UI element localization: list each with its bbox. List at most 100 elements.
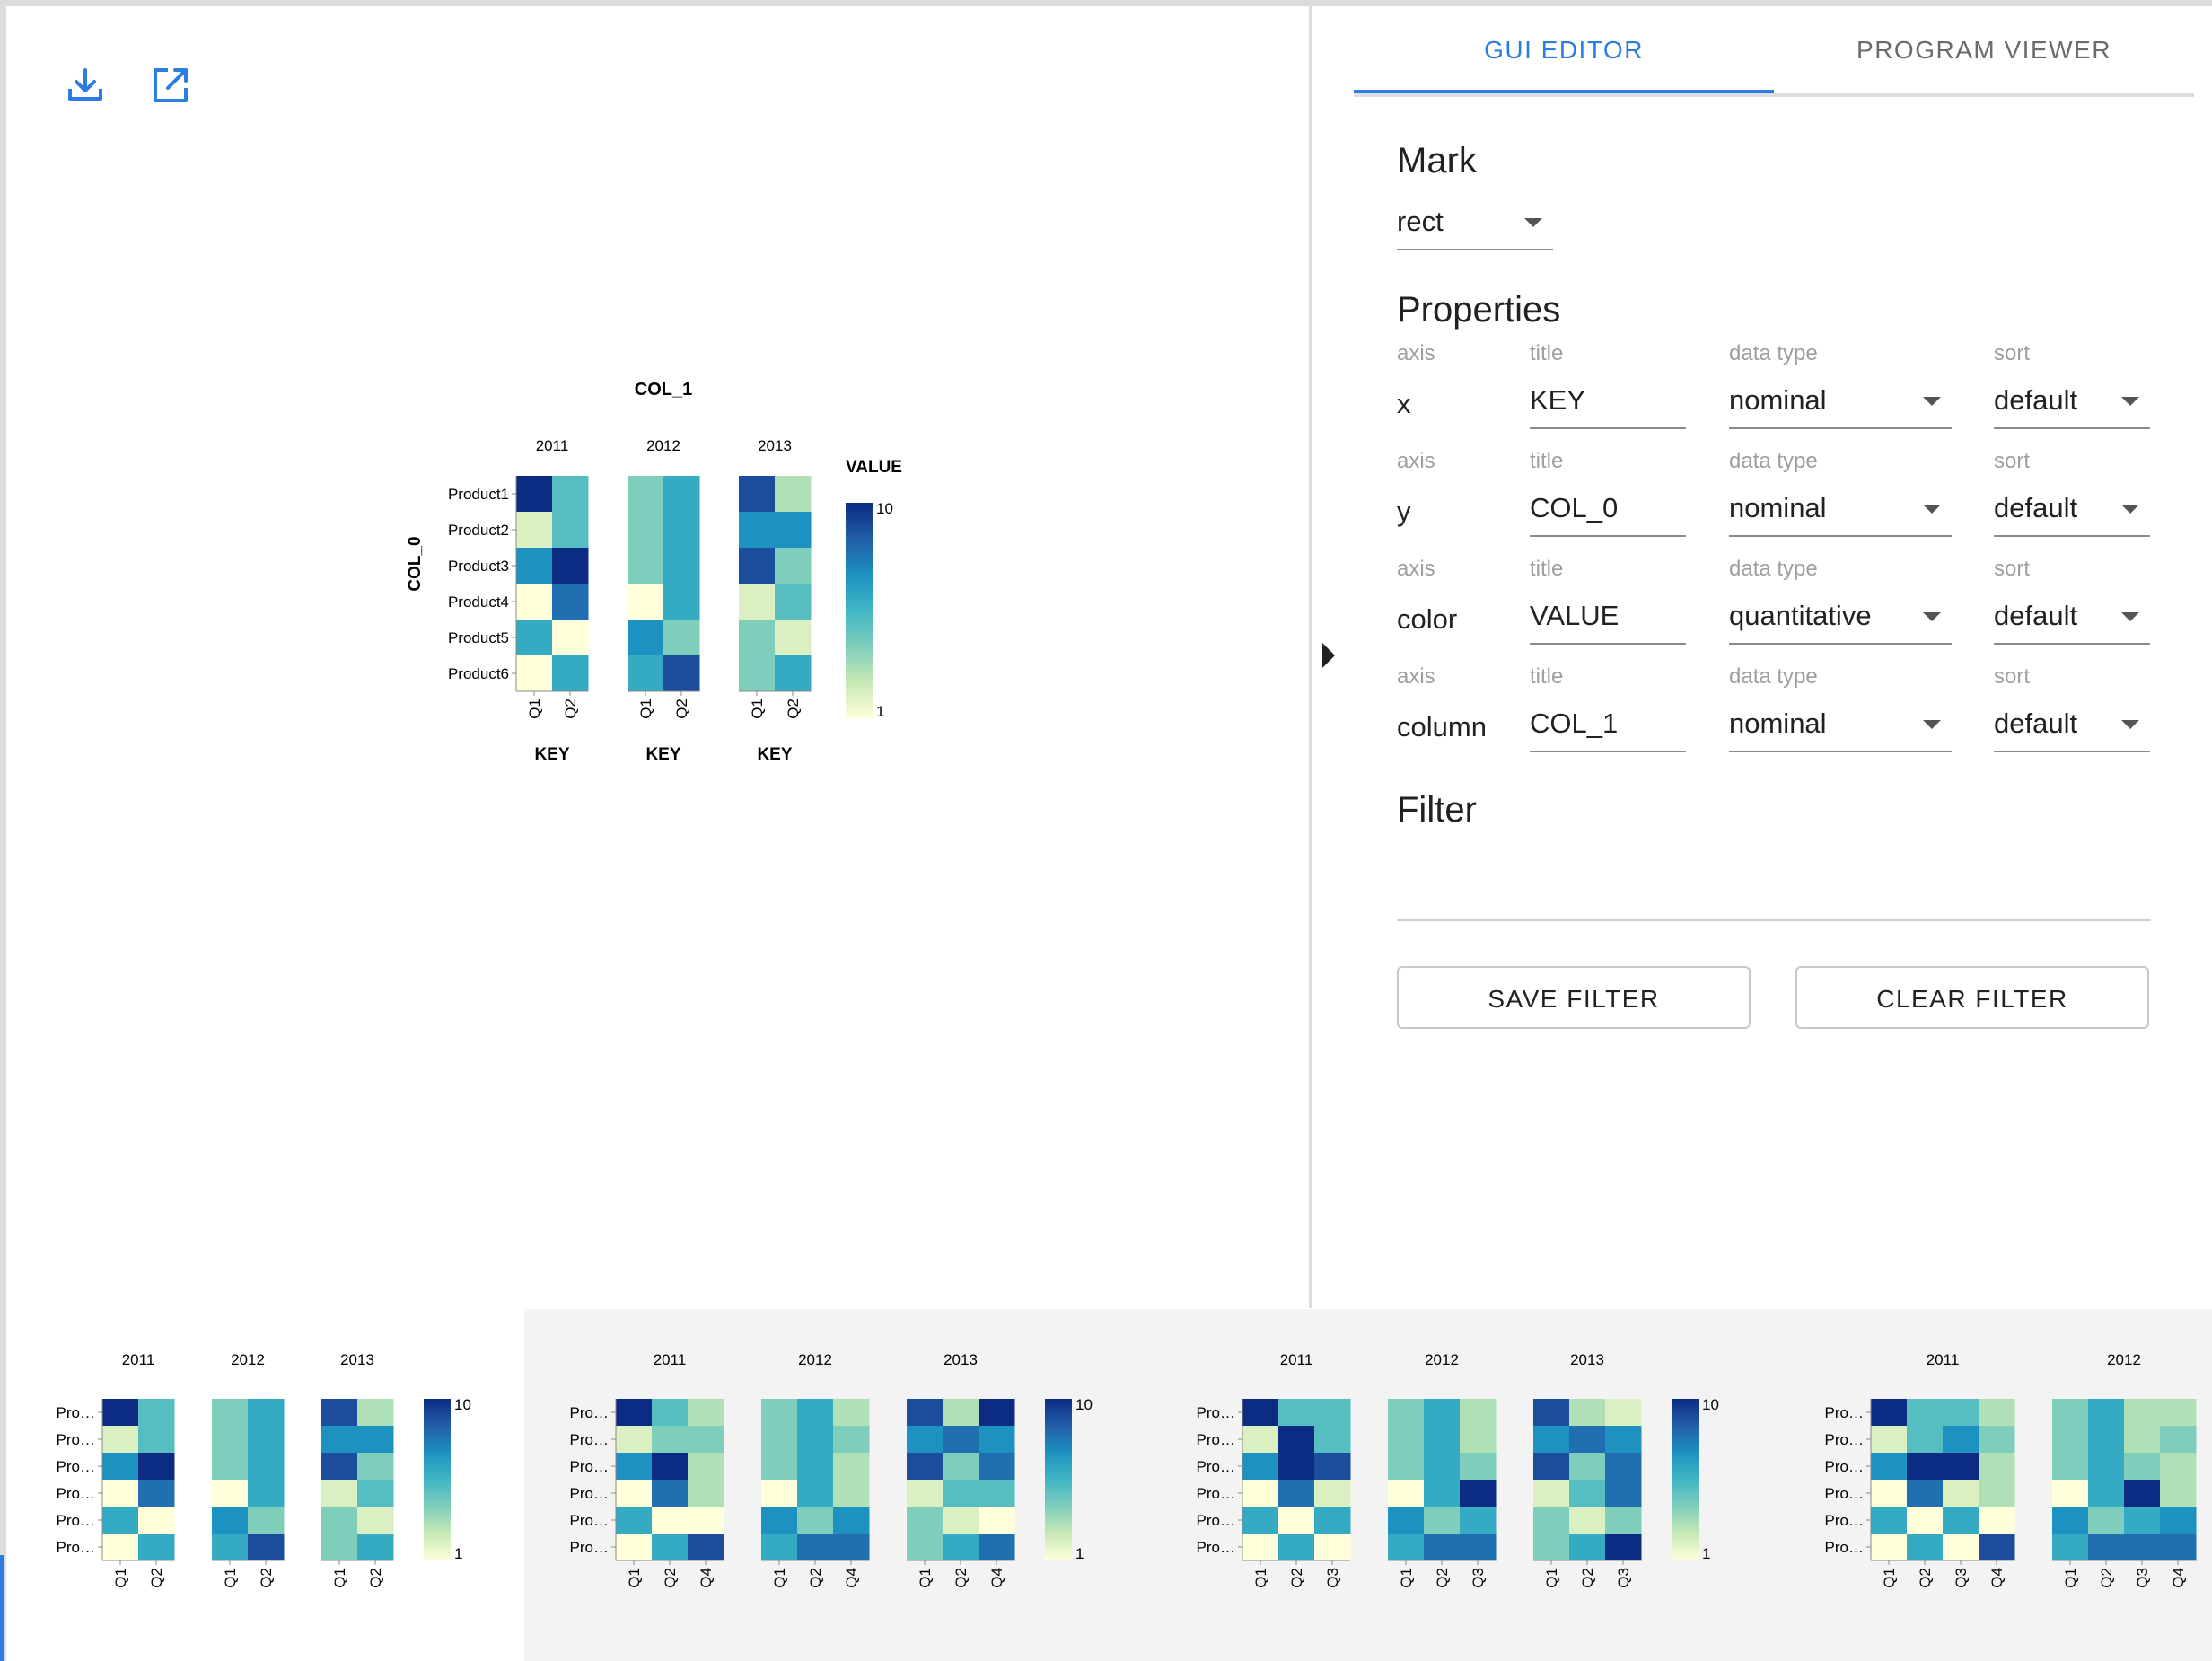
heatmap-cell [138, 1534, 175, 1561]
mark-select[interactable]: rect [1397, 202, 1553, 250]
active-tab-indicator [1354, 90, 1774, 93]
heatmap-cell [688, 1399, 724, 1427]
gallery-thumbnail[interactable]: 2011 Q1 Q2 Q3 Q4 Pro… Pro… Pro… Pro… Pro… Pro… 2012… [1804, 1338, 2212, 1634]
heatmap-cell [2052, 1399, 2089, 1427]
x-tick-label: Q2 [2098, 1568, 2115, 1588]
x-tick-label: Q3 [2134, 1568, 2151, 1588]
tab-gui-editor[interactable]: GUI EDITOR [1354, 18, 1774, 95]
heatmap-cell [102, 1399, 139, 1427]
chevron-down-icon [1923, 720, 1941, 729]
heatmap-cell [212, 1480, 249, 1507]
title-field-column[interactable]: COL_1 [1530, 704, 1686, 752]
heatmap-cell [2160, 1453, 2197, 1481]
heatmap-cell [797, 1507, 834, 1534]
heatmap-cell [663, 620, 700, 656]
sort-select-x[interactable]: default [1994, 381, 2150, 429]
axis-label: axis [1397, 449, 1435, 473]
heatmap-cell [1569, 1426, 1606, 1454]
data-type-value: nominal [1729, 384, 1827, 416]
title-label: title [1530, 557, 1564, 581]
heatmap-cell [1242, 1534, 1279, 1561]
x-tick-label: Q3 [1324, 1568, 1341, 1588]
x-tick-label: Q2 [562, 699, 579, 719]
heatmap-cell [979, 1399, 1015, 1427]
heatmap-cell [357, 1507, 394, 1534]
download-button[interactable] [65, 65, 106, 106]
x-tick-label: Q1 [526, 699, 543, 719]
y-tick-label: Pro… [57, 1404, 95, 1421]
heatmap-cell [2160, 1426, 2197, 1454]
title-field-y[interactable]: COL_0 [1530, 488, 1686, 537]
facet-header: 2012 [646, 437, 680, 454]
heatmap-cell [1907, 1534, 1944, 1561]
facet-header: 2011 [122, 1351, 155, 1368]
heatmap-cell [797, 1399, 834, 1427]
heatmap-cell [979, 1507, 1015, 1534]
heatmap-cell [2124, 1480, 2161, 1507]
open-in-new-button[interactable] [150, 65, 191, 106]
y-tick-label: Pro… [57, 1458, 95, 1475]
heatmap-cell [212, 1534, 249, 1561]
heatmap-cell [552, 620, 589, 656]
gallery-thumbnail[interactable]: 2011 Q1 Q2 Q4 Pro… Pro… Pro… Pro… Pro… Pro… 2012 Q1… [549, 1338, 1160, 1634]
x-axis-title: KEY [534, 745, 569, 763]
tab-bar-underline [1354, 93, 2194, 97]
panel-divider[interactable] [1309, 6, 1312, 1308]
x-tick-label: Q1 [2062, 1568, 2079, 1588]
heatmap-cell [1278, 1480, 1315, 1507]
y-tick-label: Product2 [448, 522, 509, 539]
thumbnail-heatmap: 2011 Q1 Q2 Pro… Pro… Pro… Pro… Pro… Pro… 2012 Q1 Q2… [57, 1351, 471, 1588]
heatmap-cell [1979, 1534, 2015, 1561]
heatmap-cell [833, 1453, 870, 1481]
heatmap-cell [761, 1480, 798, 1507]
sort-select-y[interactable]: default [1994, 488, 2150, 537]
save-filter-button[interactable]: SAVE FILTER [1397, 966, 1751, 1029]
y-tick-label: Pro… [570, 1431, 609, 1448]
sort-select-color[interactable]: default [1994, 596, 2150, 645]
heatmap-cell [775, 476, 812, 513]
title-field-x[interactable]: KEY [1530, 381, 1686, 429]
heatmap-cell [516, 512, 553, 549]
y-tick-label: Pro… [1825, 1485, 1864, 1502]
heatmap-cell [357, 1426, 394, 1454]
filter-input[interactable] [1397, 919, 2151, 921]
heatmap-cell [2124, 1399, 2161, 1427]
heatmap-cell [652, 1534, 689, 1561]
heatmap-cell [979, 1480, 1015, 1507]
heatmap-cell [1533, 1453, 1570, 1481]
y-tick-label: Pro… [1197, 1431, 1235, 1448]
y-tick-label: Pro… [570, 1512, 609, 1529]
open-in-new-icon [154, 68, 188, 102]
heatmap-cell [2160, 1534, 2197, 1561]
collapse-panel-arrow[interactable] [1320, 639, 1338, 672]
heatmap-cell [833, 1426, 870, 1454]
x-tick-label: Q1 [637, 699, 654, 719]
gallery-thumbnail[interactable]: 2011 Q1 Q2 Pro… Pro… Pro… Pro… Pro… Pro… 2012 Q1 Q2… [36, 1338, 521, 1634]
gallery-thumbnail[interactable]: 2011 Q1 Q2 Q3 Pro… Pro… Pro… Pro… Pro… Pro… 2012 Q1… [1176, 1338, 1786, 1634]
heatmap-cell [2052, 1426, 2089, 1454]
heatmap-cell [248, 1507, 285, 1534]
heatmap-cell [2160, 1507, 2197, 1534]
heatmap-cell [2052, 1507, 2089, 1534]
heatmap-cell [1533, 1399, 1570, 1427]
title-field-color[interactable]: VALUE [1530, 596, 1686, 645]
heatmap-cell [1979, 1507, 2015, 1534]
y-tick-label: Pro… [570, 1458, 609, 1475]
clear-filter-button[interactable]: CLEAR FILTER [1795, 966, 2149, 1029]
chevron-down-icon [1923, 397, 1941, 406]
data-type-select-color[interactable]: quantitative [1729, 596, 1952, 645]
heatmap-cell [1907, 1426, 1944, 1454]
y-tick-label: Pro… [1197, 1485, 1235, 1502]
data-type-select-y[interactable]: nominal [1729, 488, 1952, 537]
selected-item-indicator [0, 1555, 4, 1661]
y-tick-label: Pro… [57, 1431, 95, 1448]
tab-program-viewer[interactable]: PROGRAM VIEWER [1774, 18, 2194, 95]
data-type-select-column[interactable]: nominal [1729, 704, 1952, 752]
heatmap-cell [775, 548, 812, 584]
heatmap-cell [248, 1453, 285, 1481]
heatmap-cell [1460, 1399, 1497, 1427]
data-type-select-x[interactable]: nominal [1729, 381, 1952, 429]
heatmap-cell [552, 548, 589, 584]
heatmap-cell [1533, 1534, 1570, 1561]
sort-select-column[interactable]: default [1994, 704, 2150, 752]
